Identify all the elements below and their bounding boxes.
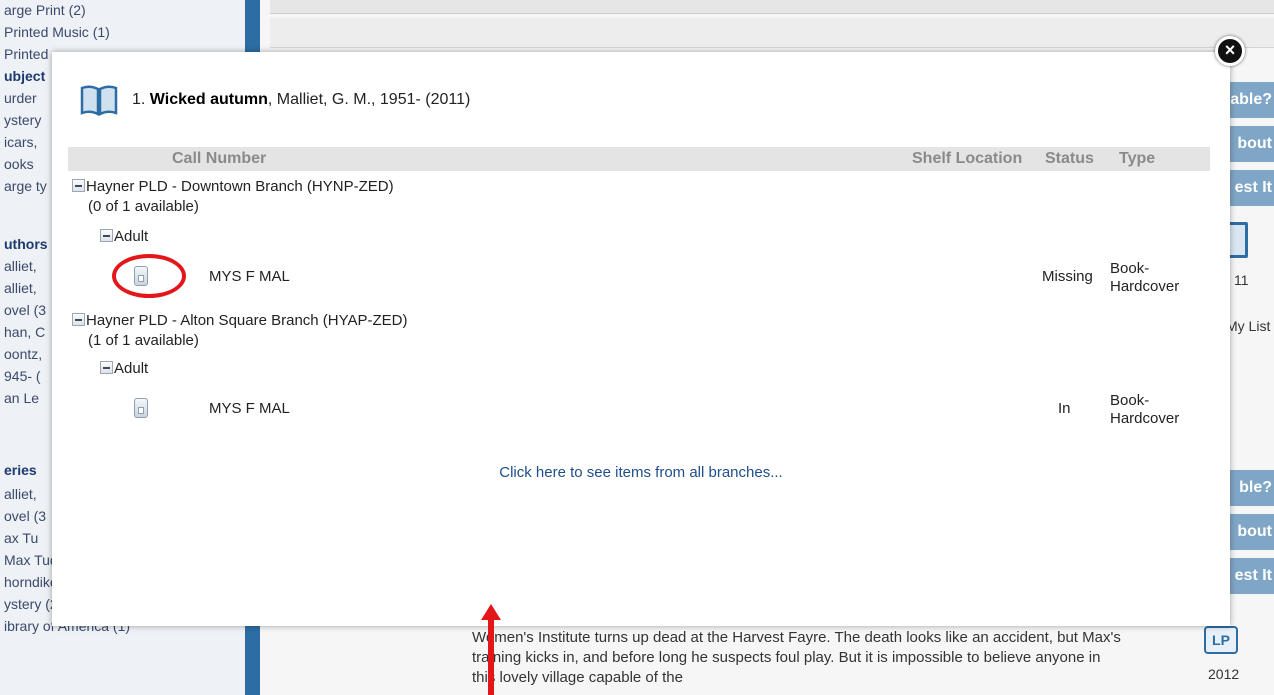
facet-item[interactable]: ooks (4, 156, 34, 172)
facet-item[interactable]: an Le (4, 390, 39, 406)
pointer-arrow (481, 604, 501, 695)
close-icon[interactable]: × (1215, 36, 1245, 66)
facet-item[interactable]: arge ty (4, 178, 47, 194)
branch-availability: (0 of 1 available) (88, 198, 199, 215)
collection-name: Adult (114, 360, 149, 377)
item-type-line: Book- (1110, 392, 1150, 409)
column-shelf-location: Shelf Location (912, 150, 1023, 167)
branch-availability: (1 of 1 available) (88, 332, 199, 349)
all-branches-link[interactable]: Click here to see items from all branche… (52, 464, 1230, 481)
collection-group: Adult (100, 360, 148, 377)
facet-item[interactable]: han, C (4, 324, 45, 340)
record-title-link[interactable]: Wicked autumn (150, 91, 268, 108)
branch-name: Hayner PLD - Alton Square Branch (HYAP-Z… (86, 312, 408, 329)
item-type: Book- Hardcover (1110, 260, 1179, 296)
large-print-icon: LP (1204, 626, 1238, 654)
record-number: 1. (132, 91, 146, 108)
results-header-bar (270, 18, 1274, 48)
item-copy-icon[interactable] (134, 398, 148, 418)
facet-item[interactable]: icars, (4, 134, 37, 150)
branch-row: Hayner PLD - Downtown Branch (HYNP-ZED) (72, 178, 394, 195)
call-number: MYS F MAL (209, 400, 290, 417)
highlight-circle (112, 254, 186, 298)
holdings-modal: 1. Wicked autumn, Malliet, G. M., 1951- … (52, 52, 1230, 626)
book-icon (80, 85, 118, 116)
facet-item[interactable]: Printed Music (1) (4, 24, 110, 40)
facet-item[interactable]: arge Print (2) (4, 2, 86, 18)
item-status: Missing (1042, 268, 1093, 285)
facet-item[interactable]: alliet, (4, 280, 37, 296)
facet-heading-series: eries (4, 462, 37, 478)
record-description: Women's Institute turns up dead at the H… (472, 629, 1121, 686)
holdings-table-header: Call Number Shelf Location Status Type (68, 147, 1210, 171)
column-call-number: Call Number (172, 150, 267, 167)
branch-row: Hayner PLD - Alton Square Branch (HYAP-Z… (72, 312, 408, 329)
facet-item[interactable]: Printed (4, 46, 48, 62)
column-type: Type (1119, 150, 1156, 167)
publication-year: 2012 (1208, 666, 1240, 682)
facet-item[interactable]: 945- ( (4, 368, 41, 384)
facet-item[interactable]: ystery (4, 112, 41, 128)
record-author-date: , Malliet, G. M., 1951- (2011) (267, 91, 471, 108)
item-type-line: Book- (1110, 260, 1150, 277)
item-type-line: Hardcover (1110, 410, 1180, 427)
item-row: MYS F MAL Missing Book- Hardcover (52, 260, 1230, 300)
collapse-toggle-icon[interactable] (100, 229, 113, 242)
record-title: 1. Wicked autumn, Malliet, G. M., 1951- … (132, 91, 470, 109)
facet-item[interactable]: oontz, (4, 346, 42, 362)
call-number: MYS F MAL (209, 268, 290, 285)
facet-item[interactable]: ovel (3 (4, 302, 46, 318)
collapse-toggle-icon[interactable] (72, 179, 85, 192)
branch-name: Hayner PLD - Downtown Branch (HYNP-ZED) (86, 178, 394, 195)
facet-item[interactable]: ovel (3 (4, 508, 46, 524)
facet-item[interactable]: urder (4, 90, 37, 106)
facet-item[interactable]: ax Tu (4, 530, 38, 546)
column-status: Status (1045, 150, 1094, 167)
collection-name: Adult (114, 228, 149, 245)
facet-item[interactable]: alliet, (4, 258, 37, 274)
item-row: MYS F MAL In Book- Hardcover (52, 392, 1230, 432)
collapse-toggle-icon[interactable] (72, 313, 85, 326)
item-status: In (1058, 400, 1071, 417)
item-type-line: Hardcover (1110, 278, 1180, 295)
publication-year: 11 (1234, 272, 1249, 288)
facet-heading-subject: ubject (4, 68, 46, 84)
add-to-list-link[interactable]: My List (1226, 318, 1270, 334)
collection-group: Adult (100, 228, 148, 245)
item-type: Book- Hardcover (1110, 392, 1179, 428)
results-toolbar (270, 0, 1274, 14)
modal-title-row: 1. Wicked autumn, Malliet, G. M., 1951- … (80, 84, 470, 116)
collapse-toggle-icon[interactable] (100, 361, 113, 374)
facet-item[interactable]: alliet, (4, 486, 37, 502)
facet-heading-authors: uthors (4, 236, 48, 252)
